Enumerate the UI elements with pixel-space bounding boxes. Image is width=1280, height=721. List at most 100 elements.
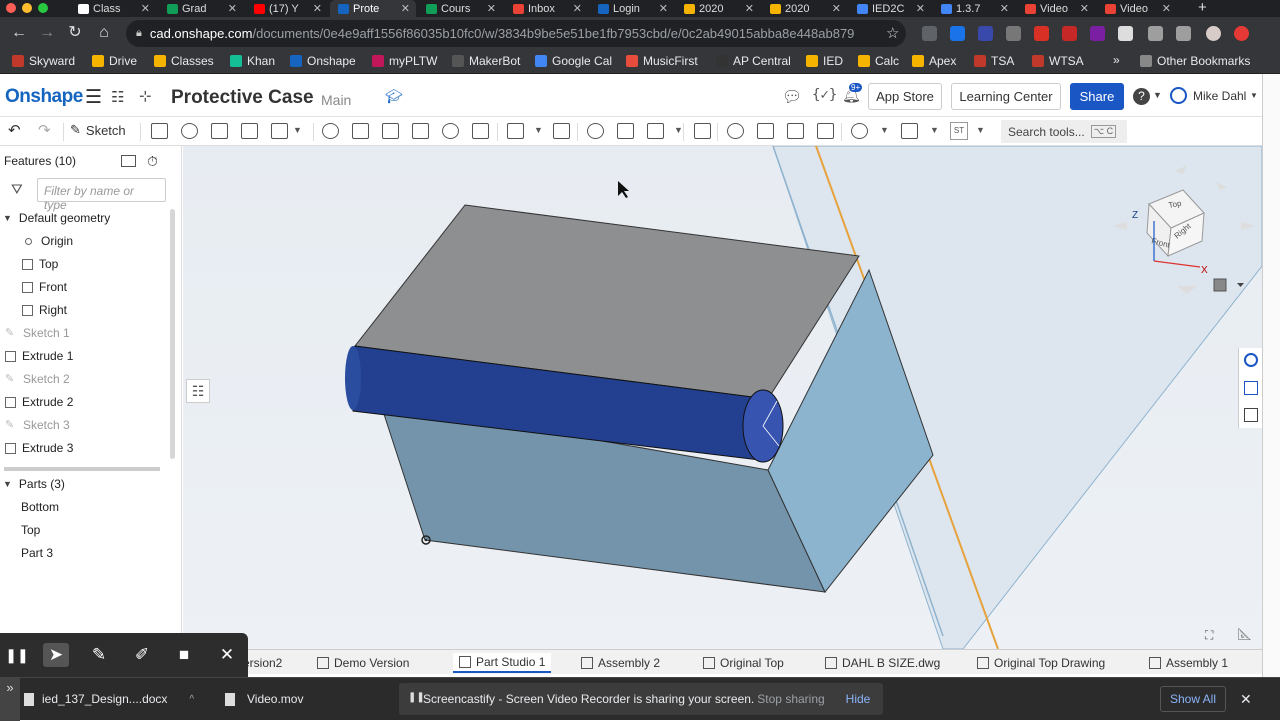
help-icon[interactable]: ? [1133,88,1150,105]
thicken-icon[interactable] [271,123,288,139]
bookmark-item[interactable]: AP Central [716,54,791,68]
tab-close-icon[interactable]: ✕ [659,2,668,15]
browser-tab[interactable]: 2020 ✕ [762,0,847,17]
camera-icon[interactable]: ■ [171,643,197,667]
pointer-icon[interactable]: ➤ [43,643,69,667]
user-avatar-icon[interactable] [1170,87,1187,104]
view-options-icon[interactable] [1213,278,1227,292]
feature-item[interactable]: ✎ Sketch 1 [5,322,70,344]
bookmark-item[interactable]: MakerBot [452,54,520,68]
menu-icon[interactable]: ☰ [85,86,102,109]
search-tools-input[interactable]: Search tools... ⌥ C [1001,120,1127,143]
filter-input[interactable]: Filter by name or type [37,178,166,212]
bookmark-item[interactable]: Skyward [12,54,75,68]
other-bookmarks[interactable]: Other Bookmarks [1140,54,1250,68]
element-tab[interactable]: Assembly 1 [1149,653,1228,673]
browser-tab[interactable]: Login ✕ [590,0,674,17]
feature-item[interactable]: Extrude 1 [5,345,73,367]
feature-list-expand-icon[interactable]: ☷ [186,379,210,403]
boolean-icon[interactable] [587,123,604,139]
add-folder-icon[interactable] [121,155,136,167]
move-face-icon[interactable] [787,123,804,139]
shell-icon[interactable] [442,123,459,139]
update-icon[interactable] [1234,26,1249,41]
rib-icon[interactable] [412,123,429,139]
part-item[interactable]: Part 3 [21,542,53,564]
forward-icon[interactable]: → [37,25,57,41]
chevron-down-icon[interactable]: ▼ [674,125,683,135]
browser-tab[interactable]: Grad ✕ [159,0,243,17]
feature-item[interactable]: Extrude 3 [5,437,73,459]
window-minimize-icon[interactable] [22,3,32,13]
replace-face-icon[interactable] [817,123,834,139]
show-all-button[interactable]: Show All [1160,686,1226,712]
chevron-up-icon[interactable]: ^ [189,694,194,705]
tab-close-icon[interactable]: ✕ [1080,2,1089,15]
measure-icon[interactable]: 📐︎ [1237,627,1252,641]
extension-icon[interactable] [1090,26,1105,41]
extrude-icon[interactable] [151,123,168,139]
tab-close-icon[interactable]: ✕ [573,2,582,15]
stop-sharing-button[interactable]: Stop sharing [748,686,834,712]
delete-face-icon[interactable] [757,123,774,139]
tab-close-icon[interactable]: ✕ [1162,2,1171,15]
bookmark-item[interactable]: Apex [912,54,956,68]
chevron-down-icon[interactable]: ▼ [880,125,889,135]
default-geometry-group[interactable]: ▼ Default geometry [3,207,110,229]
bookmark-item[interactable]: Onshape [290,54,356,68]
model-canvas[interactable]: Top Front Right Z X [183,146,1262,649]
plane-icon[interactable] [851,123,868,139]
feature-list-toggle-icon[interactable]: ☷ [111,88,124,106]
modify-fillet-icon[interactable] [727,123,744,139]
tab-close-icon[interactable]: ✕ [313,2,322,15]
feature-item[interactable]: Origin [25,230,73,252]
delete-part-icon[interactable] [694,123,711,139]
url-input[interactable]: 🔒︎ cad.onshape.com/documents/0e4e9aff155… [126,20,906,47]
bookmark-item[interactable]: myPLTW [372,54,437,68]
element-tab[interactable]: DAHL B SIZE.dwg [825,653,940,673]
extension-icon[interactable] [950,26,965,41]
redo-icon[interactable]: ↷ [38,121,51,139]
transform-icon[interactable] [647,123,664,139]
tab-close-icon[interactable]: ✕ [141,2,150,15]
element-tab[interactable]: Original Top Drawing [977,653,1105,673]
bookmark-item[interactable]: Drive [92,54,137,68]
triad-icon[interactable]: ⛶ [1205,628,1213,643]
scrollbar[interactable] [170,209,175,459]
window-close-icon[interactable] [6,3,16,13]
part-item[interactable]: Top [21,519,40,541]
sketch-button[interactable]: ✎ Sketch [70,122,126,138]
browser-tab[interactable]: 2020 ✕ [676,0,760,17]
browser-tab[interactable]: 1.3.7 ✕ [933,0,1015,17]
user-name[interactable]: Mike Dahl [1193,89,1246,103]
hide-button[interactable]: Hide [841,686,875,712]
pen-icon[interactable]: ✎ [86,643,112,667]
reading-list-icon[interactable] [1176,26,1191,41]
standard-content-icon[interactable]: ST [950,122,968,140]
chevron-down-icon[interactable]: ▼ [1153,90,1162,100]
expand-icon[interactable]: » [0,678,20,721]
close-icon[interactable]: ✕ [214,643,240,667]
draft-icon[interactable] [382,123,399,139]
extension-icon[interactable] [978,26,993,41]
bookmarks-more-icon[interactable]: » [1113,53,1120,67]
browser-tab[interactable]: Prote ✕ [330,0,416,17]
chevron-down-icon[interactable]: ▼ [930,125,939,135]
highlighter-icon[interactable]: ✐ [129,643,155,667]
document-title[interactable]: Protective Case [171,87,314,109]
chevron-down-icon[interactable]: ▼ [976,125,985,135]
code-icon[interactable]: {✓} [812,87,837,103]
appearance-icon[interactable] [1244,353,1258,367]
browser-tab[interactable]: IED2C ✕ [849,0,931,17]
bookmark-item[interactable]: WTSA [1032,54,1084,68]
hole-icon[interactable] [472,123,489,139]
bookmark-item[interactable]: Calc [858,54,899,68]
share-button[interactable]: Share [1070,83,1124,110]
app-store-button[interactable]: App Store [868,83,942,110]
feature-item[interactable]: Extrude 2 [5,391,73,413]
split-icon[interactable] [617,123,634,139]
feature-item[interactable]: Front [22,276,67,298]
browser-tab[interactable]: Class ✕ [70,0,156,17]
tab-close-icon[interactable]: ✕ [401,2,410,15]
chevron-down-icon[interactable]: ▼ [293,125,302,135]
